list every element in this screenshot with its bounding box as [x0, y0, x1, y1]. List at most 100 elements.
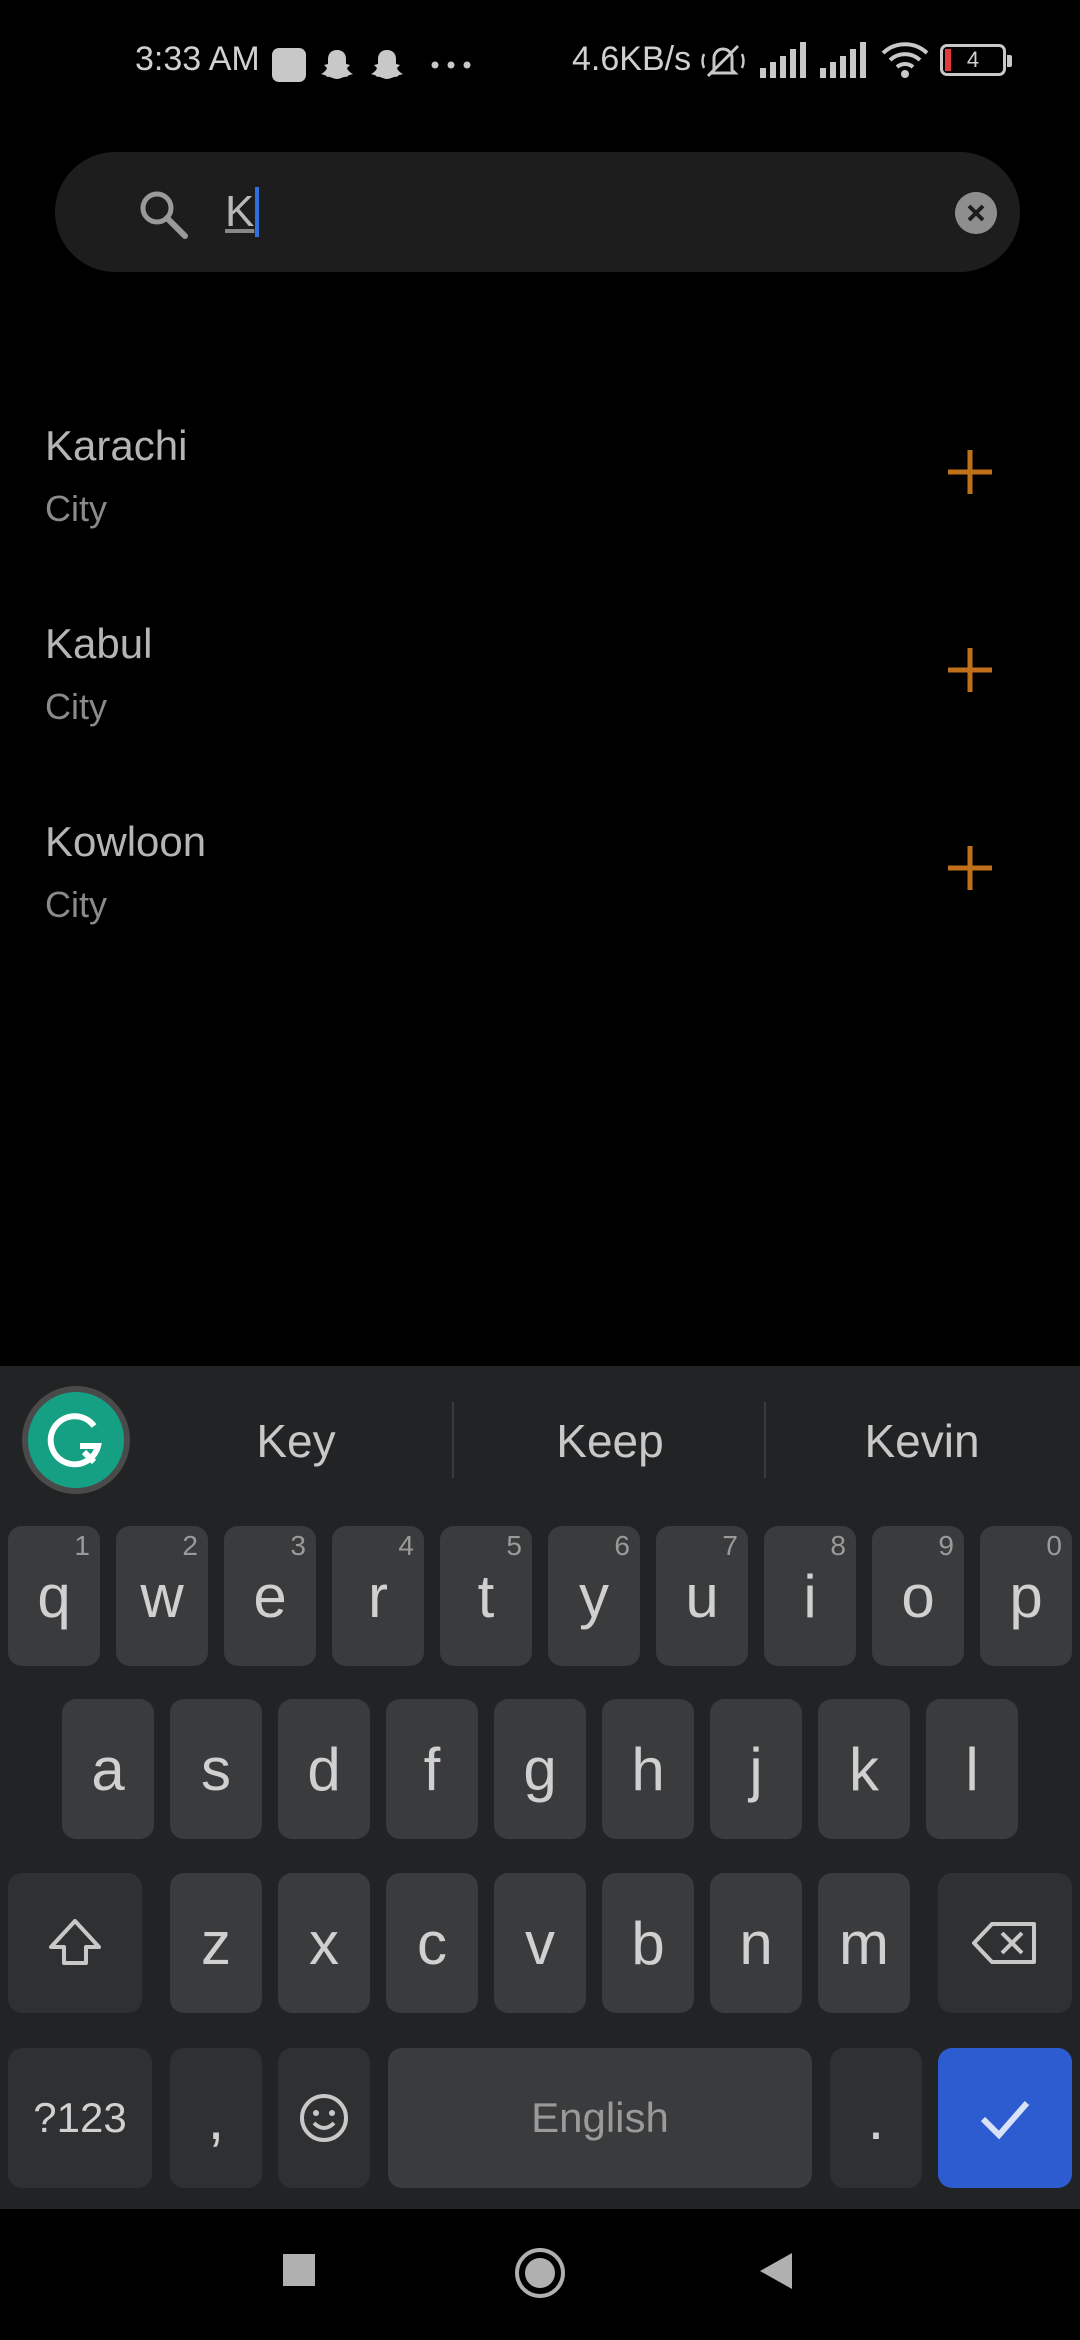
key-label: r: [368, 1562, 388, 1630]
snapchat-icon: [371, 50, 403, 79]
key-w[interactable]: w2: [116, 1526, 208, 1666]
key-q[interactable]: q1: [8, 1526, 100, 1666]
key-y[interactable]: y6: [548, 1526, 640, 1666]
wifi-icon: [881, 42, 929, 78]
grammarly-icon[interactable]: [22, 1386, 130, 1494]
status-bar: 3:33 AM 4.6KB/s 4: [0, 0, 1080, 126]
text-caret: [255, 187, 260, 237]
emoji-icon: [300, 2094, 348, 2142]
shift-icon: [49, 1919, 101, 1965]
suggestion-2[interactable]: Keep: [460, 1414, 760, 1468]
key-a[interactable]: a: [62, 1699, 154, 1839]
clear-icon[interactable]: [955, 192, 997, 234]
result-item-karachi[interactable]: Karachi City: [0, 422, 1080, 592]
key-hint: 1: [74, 1530, 90, 1561]
key-o[interactable]: o9: [872, 1526, 964, 1666]
snapchat-icon: [321, 50, 353, 79]
comma-key[interactable]: ,: [170, 2048, 262, 2188]
app-notification-icon: [272, 48, 306, 82]
key-label: i: [803, 1562, 817, 1630]
add-icon[interactable]: [940, 838, 1000, 898]
add-icon[interactable]: [940, 640, 1000, 700]
backspace-key[interactable]: [938, 1873, 1072, 2013]
key-label: q: [37, 1562, 71, 1630]
result-name: Kowloon: [45, 818, 207, 865]
key-label: y: [579, 1562, 609, 1630]
home-icon[interactable]: [514, 2247, 566, 2299]
key-label: o: [901, 1562, 935, 1630]
net-speed: 4.6KB/s: [572, 40, 692, 78]
result-item-kowloon[interactable]: Kowloon City: [0, 818, 1080, 988]
keyboard: Key Keep Kevin q1 w2 e3 r4 t5 y6 u7 i8 o…: [0, 1366, 1080, 2209]
key-p[interactable]: p0: [980, 1526, 1072, 1666]
key-hint: 7: [722, 1530, 738, 1561]
key-k[interactable]: k: [818, 1699, 910, 1839]
key-s[interactable]: s: [170, 1699, 262, 1839]
suggestion-strip: Key Keep Kevin: [0, 1366, 1080, 1514]
battery-level: 4: [966, 47, 980, 72]
key-r[interactable]: r4: [332, 1526, 424, 1666]
search-query: K: [225, 187, 255, 236]
key-n[interactable]: n: [710, 1873, 802, 2013]
checkmark-icon: [980, 2101, 1030, 2140]
result-type: City: [45, 884, 107, 925]
key-label: t: [477, 1562, 495, 1630]
key-label: English: [531, 2094, 669, 2141]
suggestion-3[interactable]: Kevin: [772, 1414, 1072, 1468]
key-x[interactable]: x: [278, 1873, 370, 2013]
done-key[interactable]: [938, 2048, 1072, 2188]
key-hint: 8: [830, 1530, 846, 1561]
key-z[interactable]: z: [170, 1873, 262, 2013]
key-l[interactable]: l: [926, 1699, 1018, 1839]
key-v[interactable]: v: [494, 1873, 586, 2013]
result-item-kabul[interactable]: Kabul City: [0, 620, 1080, 790]
key-label: ?123: [33, 2094, 127, 2141]
key-h[interactable]: h: [602, 1699, 694, 1839]
result-name: Karachi: [45, 422, 188, 469]
period-key[interactable]: .: [830, 2048, 922, 2188]
key-hint: 6: [614, 1530, 630, 1561]
key-c[interactable]: c: [386, 1873, 478, 2013]
key-u[interactable]: u7: [656, 1526, 748, 1666]
key-b[interactable]: b: [602, 1873, 694, 2013]
signal-icon: [820, 42, 866, 78]
key-d[interactable]: d: [278, 1699, 370, 1839]
key-hint: 0: [1046, 1530, 1062, 1561]
status-time: 3:33 AM: [135, 40, 260, 78]
key-label: p: [1009, 1562, 1043, 1630]
search-input[interactable]: K: [225, 174, 925, 250]
divider: [764, 1402, 766, 1478]
key-hint: 3: [290, 1530, 306, 1561]
backspace-icon: [972, 1922, 1036, 1964]
key-e[interactable]: e3: [224, 1526, 316, 1666]
key-label: u: [685, 1562, 719, 1630]
divider: [452, 1402, 454, 1478]
key-hint: 5: [506, 1530, 522, 1561]
key-label: w: [140, 1562, 184, 1630]
result-name: Kabul: [45, 620, 153, 667]
add-icon[interactable]: [940, 442, 1000, 502]
battery-icon: 4: [940, 44, 1012, 76]
silent-icon: [701, 44, 745, 78]
space-key[interactable]: English: [388, 2048, 812, 2188]
key-hint: 9: [938, 1530, 954, 1561]
search-icon: [140, 191, 188, 239]
key-g[interactable]: g: [494, 1699, 586, 1839]
key-j[interactable]: j: [710, 1699, 802, 1839]
key-hint: 2: [182, 1530, 198, 1561]
search-bar[interactable]: K: [55, 152, 1020, 272]
key-label: e: [253, 1562, 287, 1630]
back-icon[interactable]: [758, 2251, 794, 2291]
key-m[interactable]: m: [818, 1873, 910, 2013]
result-type: City: [45, 488, 107, 529]
key-f[interactable]: f: [386, 1699, 478, 1839]
shift-key[interactable]: [8, 1873, 142, 2013]
emoji-key[interactable]: [278, 2048, 370, 2188]
navigation-bar: [0, 2209, 1080, 2340]
result-type: City: [45, 686, 107, 727]
suggestion-1[interactable]: Key: [146, 1414, 446, 1468]
symbols-key[interactable]: ?123: [8, 2048, 152, 2188]
recents-icon[interactable]: [282, 2253, 316, 2287]
key-t[interactable]: t5: [440, 1526, 532, 1666]
key-i[interactable]: i8: [764, 1526, 856, 1666]
